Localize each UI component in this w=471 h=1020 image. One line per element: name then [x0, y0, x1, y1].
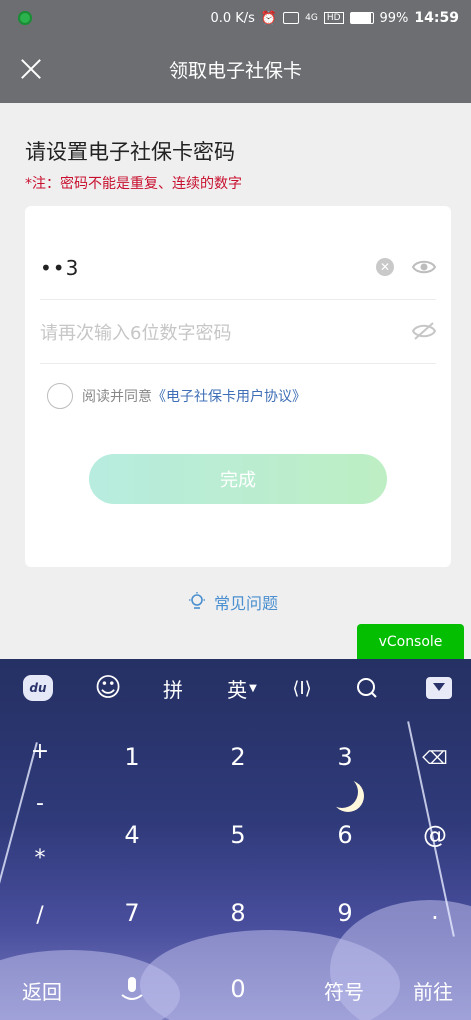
at-key[interactable]: @	[418, 819, 452, 851]
search-icon	[357, 678, 377, 698]
key-0[interactable]: 0	[218, 971, 258, 1007]
alarm-icon: ⏰	[260, 10, 278, 26]
backspace-icon: ⌫	[422, 747, 448, 769]
confirm-password-input[interactable]: 请再次输入6位数字密码	[40, 319, 231, 345]
divide-key[interactable]: /	[28, 901, 52, 929]
key-2[interactable]: 2	[218, 739, 258, 775]
multiply-key[interactable]: *	[28, 844, 52, 872]
key-5[interactable]: 5	[218, 817, 258, 853]
hide-keyboard-button[interactable]	[424, 671, 454, 705]
password-card: ••3 ✕ 请再次输入6位数字密码 阅读并同意 《电子社保卡用户协议》 完成	[25, 206, 451, 567]
cast-icon	[283, 12, 300, 24]
eye-off-icon[interactable]	[412, 320, 436, 342]
status-icons: 0.0 K/s ⏰ 4G HD 99% 14:59	[210, 10, 459, 26]
emoji-button[interactable]: ☺	[92, 671, 124, 705]
delete-key[interactable]: ⌫	[418, 743, 452, 773]
agreement-row: 阅读并同意 《电子社保卡用户协议》	[47, 383, 306, 409]
key-7[interactable]: 7	[112, 895, 152, 931]
password-heading: 请设置电子社保卡密码	[25, 140, 235, 164]
lang-button[interactable]: 英 ▼	[222, 671, 262, 705]
close-icon[interactable]	[18, 56, 44, 82]
key-6[interactable]: 6	[325, 817, 365, 853]
battery-icon	[349, 12, 374, 24]
battery-percent: 99%	[379, 10, 409, 26]
vconsole-button[interactable]: vConsole	[357, 624, 464, 659]
key-1[interactable]: 1	[112, 739, 152, 775]
confirm-password-field[interactable]: 请再次输入6位数字密码	[40, 300, 436, 364]
cursor-button[interactable]: ⟨I⟩	[285, 671, 319, 705]
eye-icon[interactable]	[412, 256, 436, 278]
key-8[interactable]: 8	[218, 895, 258, 931]
user-agreement-link[interactable]: 《电子社保卡用户协议》	[152, 386, 306, 406]
key-3[interactable]: 3	[325, 739, 365, 775]
status-bar: 0.0 K/s ⏰ 4G HD 99% 14:59	[0, 0, 471, 36]
dot-key[interactable]: .	[418, 895, 452, 927]
lightbulb-icon	[189, 592, 205, 609]
pinyin-button[interactable]: 拼	[157, 671, 189, 705]
network-speed: 0.0 K/s	[210, 10, 255, 26]
agree-text: 阅读并同意	[82, 389, 152, 405]
agree-radio[interactable]	[47, 383, 73, 409]
hd-icon: HD	[323, 12, 344, 24]
smile-icon: ☺	[94, 673, 122, 703]
clear-icon[interactable]: ✕	[376, 258, 394, 276]
done-button[interactable]: 完成	[89, 454, 387, 504]
password-input-value[interactable]: ••3	[40, 256, 79, 280]
faq-link[interactable]: 常见问题	[188, 590, 278, 614]
search-button[interactable]	[352, 671, 382, 705]
moon-decoration	[326, 776, 358, 808]
du-icon: du	[23, 675, 53, 701]
app-notification-icon	[18, 11, 32, 25]
navbar: 领取电子社保卡	[0, 36, 471, 103]
faq-label: 常见问题	[214, 594, 279, 613]
key-9[interactable]: 9	[325, 895, 365, 931]
hide-keyboard-icon	[426, 677, 452, 699]
microphone-icon	[121, 977, 143, 1000]
voice-key[interactable]	[114, 973, 150, 1007]
signal-icon: 4G	[305, 13, 318, 23]
page-title: 领取电子社保卡	[168, 60, 302, 82]
clock: 14:59	[414, 10, 459, 26]
plus-key[interactable]: +	[28, 737, 52, 765]
caret-down-icon: ▼	[249, 682, 257, 694]
password-field[interactable]: ••3 ✕	[40, 236, 436, 300]
keyboard: du ☺ 拼 英 ▼ ⟨I⟩ + - * / 1 2 3 4 5 6 7 8 9 …	[0, 659, 471, 1020]
cursor-icon: ⟨I⟩	[292, 677, 312, 699]
lang-label: 英	[227, 677, 248, 702]
symbols-key[interactable]: 符号	[314, 973, 374, 1007]
du-logo-button[interactable]: du	[22, 671, 54, 705]
minus-key[interactable]: -	[28, 789, 52, 817]
back-key[interactable]: 返回	[12, 973, 72, 1007]
password-rule-note: *注：密码不能是重复、连续的数字	[25, 176, 242, 192]
key-4[interactable]: 4	[112, 817, 152, 853]
go-key[interactable]: 前往	[403, 973, 463, 1007]
